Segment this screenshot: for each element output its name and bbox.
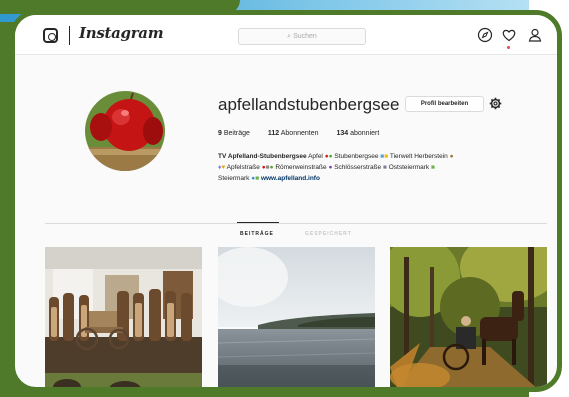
notification-dot: [507, 46, 510, 49]
bio-castle-road: Schlösserstraße: [334, 164, 382, 171]
tab-saved[interactable]: GESPEICHERT: [305, 231, 352, 237]
followers-count: 112: [267, 130, 280, 137]
sun-emoji-icon: ■: [384, 153, 389, 160]
top-navigation: Instagram ⌕ Suchen: [15, 15, 557, 55]
nav-divider: [69, 26, 70, 45]
tab-posts[interactable]: BEITRÄGE: [240, 231, 274, 237]
followers-stat[interactable]: 112 Abonnenten: [268, 130, 319, 137]
foggy-lake-photo: [218, 247, 375, 387]
bio-region: Oststeiermark: [388, 164, 430, 171]
apple-photo: [85, 91, 165, 171]
website-link[interactable]: www.apfelland.info: [261, 175, 320, 182]
edit-profile-button[interactable]: Profil bearbeiten: [405, 96, 484, 112]
bio-zoo: Tierwelt Herberstein: [389, 153, 448, 160]
posts-stat: 9 Beiträge: [218, 130, 250, 137]
search-input[interactable]: ⌕ Suchen: [238, 28, 366, 45]
profile-username: apfellandstubenbergsee: [218, 95, 400, 114]
map-emoji-icon: ■: [255, 175, 260, 182]
gear-icon[interactable]: [489, 97, 502, 110]
following-stat[interactable]: 134 abonniert: [336, 130, 379, 137]
profile-stats: 9 Beiträge 112 Abonnenten 134 abonniert: [218, 130, 395, 137]
profile-avatar[interactable]: [85, 91, 165, 171]
following-label: abonniert: [350, 130, 380, 137]
bio-apple-road: Apfelstraße: [226, 164, 260, 171]
user-icon[interactable]: [527, 27, 543, 43]
grapes-emoji-icon: ●: [328, 164, 333, 171]
monks-photo: [45, 247, 202, 387]
castle-emoji-icon: ■: [382, 164, 387, 171]
post-thumbnail[interactable]: [45, 247, 202, 387]
active-tab-indicator: [237, 222, 279, 223]
post-thumbnail[interactable]: [218, 247, 375, 387]
landscape-emoji-icon: ■: [430, 164, 435, 171]
compass-icon[interactable]: [477, 27, 493, 43]
instagram-wordmark[interactable]: Instagram: [79, 24, 164, 42]
followers-label: Abonnenten: [280, 130, 319, 137]
horse-carriage-photo: [390, 247, 547, 387]
green-apple-emoji-icon: ●: [328, 153, 333, 160]
heart-icon[interactable]: [501, 27, 517, 43]
instagram-glyph-icon[interactable]: [43, 28, 58, 43]
heart-emoji-icon: ♥: [221, 164, 226, 171]
posts-label: Beiträge: [223, 130, 250, 137]
bio-lake: Stubenbergsee: [334, 153, 379, 160]
search-placeholder: Suchen: [293, 33, 317, 40]
bio-state: Steiermark: [218, 175, 250, 182]
post-thumbnail[interactable]: [390, 247, 547, 387]
bio-wine-road: Römerweinstraße: [275, 164, 327, 171]
profile-bio: TV Apfelland-Stubenbergsee Apfel ● ● Stub…: [218, 151, 548, 184]
bio-name: TV Apfelland-Stubenbergsee: [218, 153, 307, 160]
tabs-divider: [45, 223, 547, 224]
bear-emoji-icon: ●: [449, 153, 454, 160]
posts-count: 9: [218, 130, 222, 137]
leaf-emoji-icon: ●: [269, 164, 274, 171]
following-count: 134: [336, 130, 349, 137]
screenshot-frame: Instagram ⌕ Suchen apfellandstubenbergse…: [10, 10, 562, 392]
search-icon: ⌕: [287, 33, 292, 40]
bio-apple: Apfel: [308, 153, 323, 160]
